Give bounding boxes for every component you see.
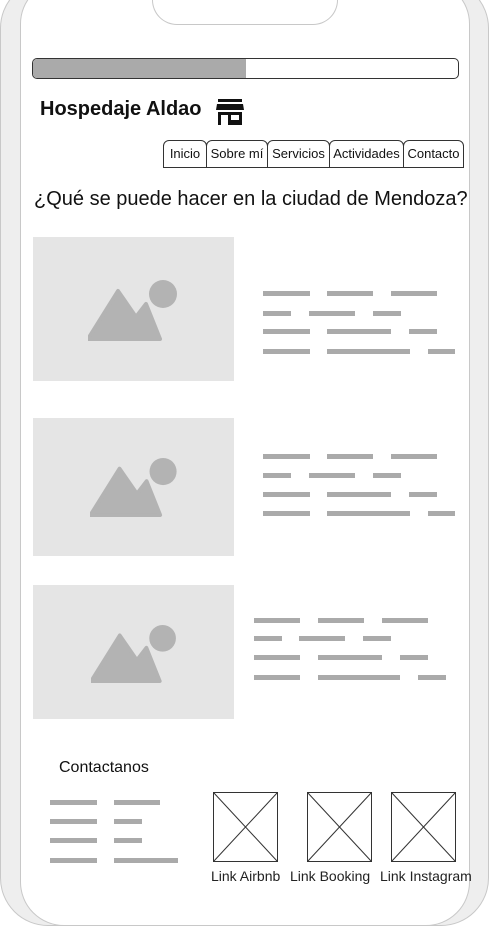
- link-booking[interactable]: Link Booking: [290, 868, 370, 884]
- progress-fill: [33, 59, 246, 78]
- brand-title: Hospedaje Aldao: [40, 98, 202, 120]
- phone-notch: [152, 0, 338, 25]
- booking-image-placeholder[interactable]: [307, 792, 372, 862]
- link-airbnb[interactable]: Link Airbnb: [211, 868, 280, 884]
- tab-sobre-mi[interactable]: Sobre mí: [206, 140, 268, 168]
- tab-inicio[interactable]: Inicio: [163, 140, 207, 168]
- link-instagram[interactable]: Link Instagram: [380, 868, 472, 884]
- instagram-image-placeholder[interactable]: [391, 792, 456, 862]
- card-image: [33, 237, 234, 381]
- tab-contacto[interactable]: Contacto: [403, 140, 464, 168]
- airbnb-image-placeholder[interactable]: [213, 792, 278, 862]
- progress-bar: [32, 58, 459, 79]
- tab-servicios[interactable]: Servicios: [267, 140, 330, 168]
- page-heading: ¿Qué se puede hacer en la ciudad de Mend…: [34, 188, 468, 210]
- contact-title: Contactanos: [59, 759, 149, 776]
- card-image: [33, 585, 234, 719]
- card-image: [33, 418, 234, 556]
- image-placeholder-icon: [91, 624, 176, 683]
- tab-actividades[interactable]: Actividades: [329, 140, 404, 168]
- image-placeholder-icon: [90, 457, 177, 517]
- image-placeholder-icon: [88, 280, 177, 341]
- store-icon: [216, 99, 244, 125]
- nav-tabs: Inicio Sobre mí Servicios Actividades Co…: [163, 140, 464, 168]
